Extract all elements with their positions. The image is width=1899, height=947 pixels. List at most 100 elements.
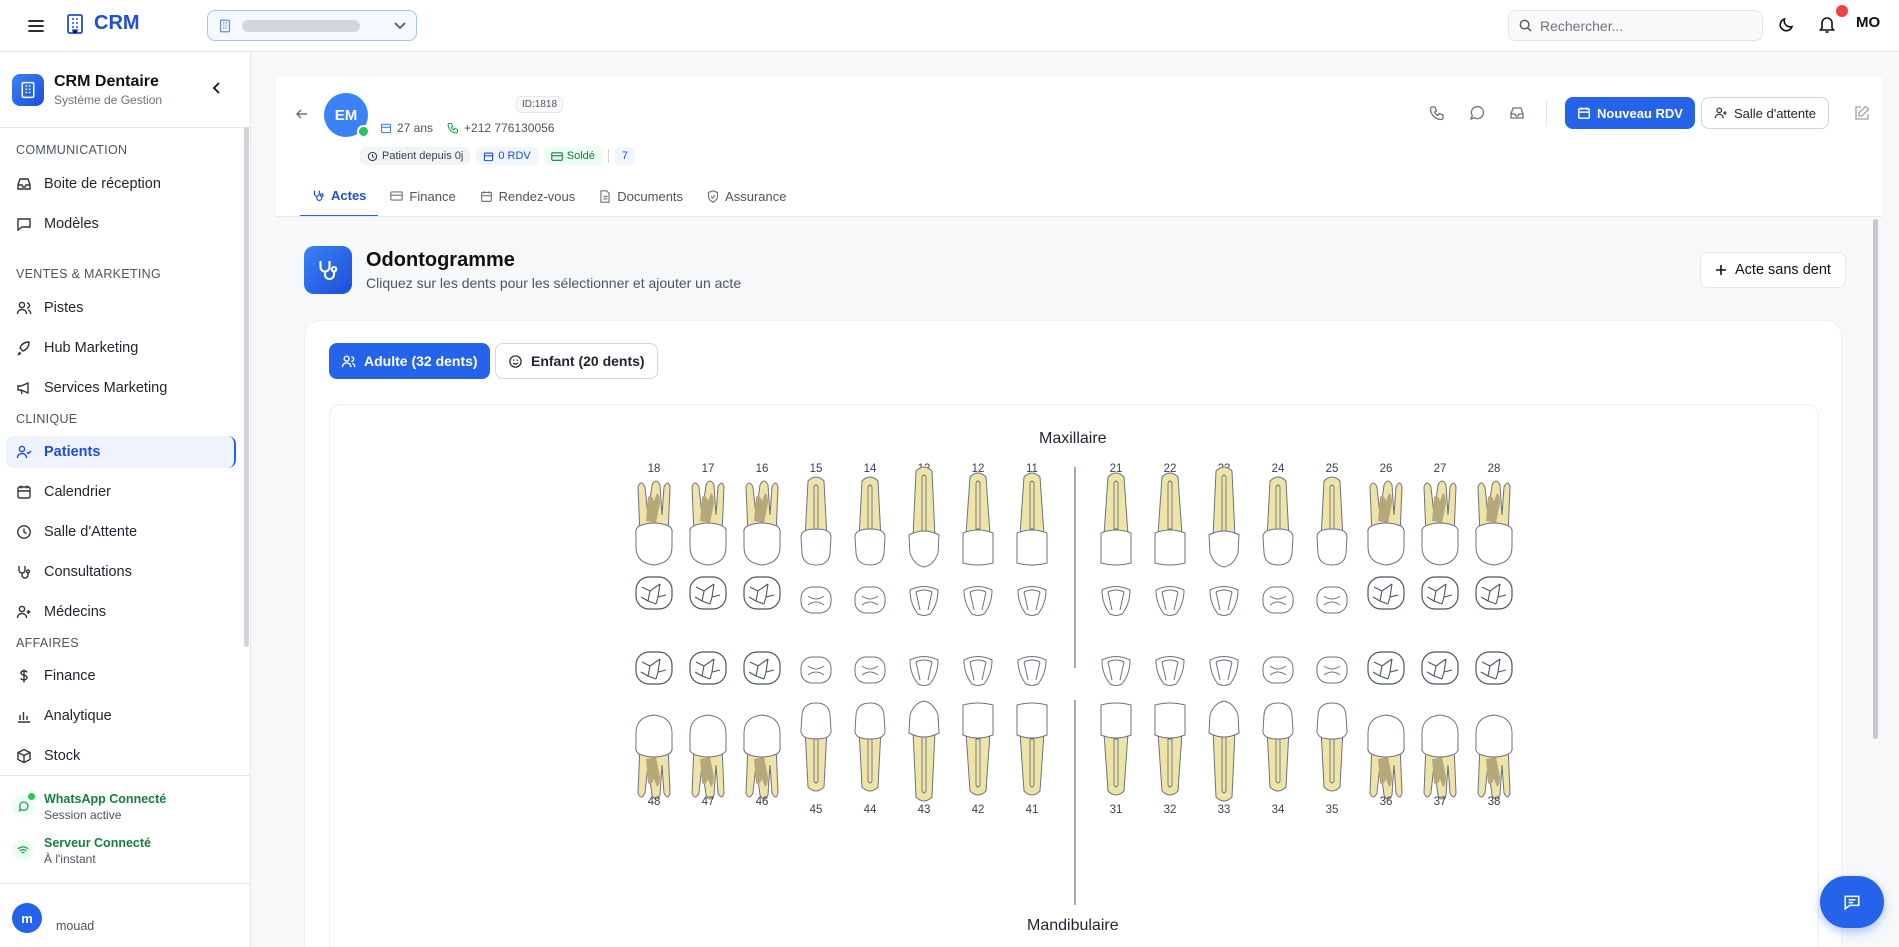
sidebar-item-waiting-room[interactable]: Salle d'Attente <box>6 516 236 548</box>
clinic-logo-icon <box>12 74 44 106</box>
tab-actes[interactable]: Actes <box>300 175 379 217</box>
tooth-23[interactable]: 23 <box>1208 463 1240 616</box>
tooth-root <box>912 730 936 802</box>
app-brand[interactable]: CRM <box>64 12 140 35</box>
patient-phone[interactable]: +212 776130056 <box>447 121 554 135</box>
sidebar-item-services-marketing[interactable]: Services Marketing <box>6 372 236 404</box>
sidebar-item-models[interactable]: Modèles <box>6 208 236 240</box>
sidebar-item-analytics[interactable]: Analytique <box>6 700 236 732</box>
tooth-side-view <box>800 702 832 792</box>
tab-finance[interactable]: Finance <box>378 175 467 217</box>
sidebar-item-hub-marketing[interactable]: Hub Marketing <box>6 332 236 364</box>
sidebar-item-doctors[interactable]: Médecins <box>6 596 236 628</box>
tooth-28[interactable]: 28 <box>1475 463 1513 610</box>
sidebar-item-label: Hub Marketing <box>44 340 139 356</box>
tooth-number-label: 35 <box>1326 804 1339 816</box>
tooth-number-label: 31 <box>1110 804 1123 816</box>
stethoscope-icon <box>313 190 324 201</box>
message-circle-icon <box>12 793 35 817</box>
tooth-37[interactable]: 37 <box>1421 651 1459 808</box>
tab-rendez-vous[interactable]: Rendez-vous <box>468 175 588 217</box>
tooth-15[interactable]: 15 <box>800 463 832 614</box>
sidebar-item-consultations[interactable]: Consultations <box>6 556 236 588</box>
search-box[interactable] <box>1508 10 1763 41</box>
tooth-26[interactable]: 26 <box>1367 463 1405 610</box>
tooth-14[interactable]: 14 <box>854 463 886 614</box>
inbox-icon <box>17 178 31 190</box>
tab-documents[interactable]: Documents <box>587 175 695 217</box>
phone-icon <box>447 122 459 134</box>
child-toggle[interactable]: Enfant (20 dents) <box>495 343 658 379</box>
tooth-46[interactable]: 46 <box>743 651 781 808</box>
incisal-outline <box>1209 656 1239 686</box>
back-arrow-icon[interactable] <box>295 107 309 126</box>
chat-button[interactable] <box>1820 876 1884 928</box>
phone-icon[interactable] <box>1426 102 1448 124</box>
tooth-11[interactable]: 11 <box>1016 463 1048 616</box>
clinic-select[interactable] <box>207 10 417 41</box>
count-badge: 7 <box>614 147 636 165</box>
dark-mode-icon[interactable] <box>1778 15 1796 38</box>
patient-info: 27 ans +212 776130056 <box>380 121 554 135</box>
tooth-42[interactable]: 42 <box>962 656 994 817</box>
sidebar-user[interactable]: m mouad <box>12 903 94 933</box>
mail-icon[interactable] <box>1506 102 1528 124</box>
message-circle-icon[interactable] <box>1466 102 1488 124</box>
tab-assurance[interactable]: Assurance <box>695 175 798 217</box>
sidebar-scrollbar[interactable] <box>244 127 249 647</box>
adult-toggle[interactable]: Adulte (32 dents) <box>329 343 490 379</box>
tooth-33[interactable]: 33 <box>1208 656 1240 817</box>
tooth-root <box>965 472 991 536</box>
sidebar-item-finance[interactable]: Finance <box>6 660 236 692</box>
new-rdv-button[interactable]: Nouveau RDV <box>1565 97 1695 129</box>
building-icon <box>67 13 83 34</box>
tooth-number-label: 14 <box>864 463 877 475</box>
tooth-32[interactable]: 32 <box>1154 656 1186 817</box>
tooth-25[interactable]: 25 <box>1316 463 1348 614</box>
tooth-crown <box>1262 528 1294 566</box>
tooth-27[interactable]: 27 <box>1421 463 1459 610</box>
tooth-18[interactable]: 18 <box>635 463 673 610</box>
tooth-number-label: 48 <box>648 796 661 808</box>
tooth-41[interactable]: 41 <box>1016 656 1048 817</box>
tooth-side-view <box>1367 480 1405 566</box>
notification-badge <box>1836 5 1848 17</box>
tooth-47[interactable]: 47 <box>689 651 727 808</box>
sidebar-item-patients[interactable]: Patients <box>6 436 236 468</box>
tooth-17[interactable]: 17 <box>689 463 727 610</box>
sidebar-item-inbox[interactable]: Boite de réception <box>6 168 236 200</box>
sidebar-item-stock[interactable]: Stock <box>6 740 236 772</box>
tooth-16[interactable]: 16 <box>743 463 781 610</box>
tooth-31[interactable]: 31 <box>1100 656 1132 817</box>
tooth-44[interactable]: 44 <box>854 656 886 816</box>
edit-icon[interactable] <box>1851 102 1873 124</box>
bell-icon[interactable] <box>1818 15 1836 39</box>
sidebar-item-calendar[interactable]: Calendrier <box>6 476 236 508</box>
tooth-21[interactable]: 21 <box>1100 463 1132 616</box>
tooth-35[interactable]: 35 <box>1316 656 1348 816</box>
main-scrollbar[interactable] <box>1873 219 1878 739</box>
message-square-icon <box>17 218 31 232</box>
sidebar-header: CRM Dentaire Système de Gestion <box>12 73 162 107</box>
sidebar-title: CRM Dentaire <box>54 73 159 90</box>
tooth-36[interactable]: 36 <box>1367 651 1405 808</box>
sidebar-item-label: Boite de réception <box>44 176 161 192</box>
waiting-room-button[interactable]: Salle d'attente <box>1700 97 1829 129</box>
sidebar-item-pistes[interactable]: Pistes <box>6 292 236 324</box>
tooth-48[interactable]: 48 <box>635 651 673 808</box>
user-avatar[interactable]: MO <box>1856 14 1880 31</box>
tooth-38[interactable]: 38 <box>1475 651 1513 808</box>
tooth-22[interactable]: 22 <box>1154 463 1186 616</box>
menu-icon[interactable] <box>26 16 46 36</box>
tooth-43[interactable]: 43 <box>908 656 940 817</box>
tooth-12[interactable]: 12 <box>962 463 994 616</box>
acte-sans-dent-button[interactable]: Acte sans dent <box>1700 252 1846 288</box>
tooth-13[interactable]: 13 <box>908 463 940 616</box>
tooth-side-view <box>1262 476 1294 566</box>
tooth-45[interactable]: 45 <box>800 656 832 816</box>
collapse-sidebar-icon[interactable] <box>212 81 222 99</box>
tooth-24[interactable]: 24 <box>1262 463 1294 614</box>
tooth-crown <box>1316 702 1348 740</box>
tooth-34[interactable]: 34 <box>1262 656 1294 816</box>
search-input[interactable] <box>1540 17 1740 34</box>
